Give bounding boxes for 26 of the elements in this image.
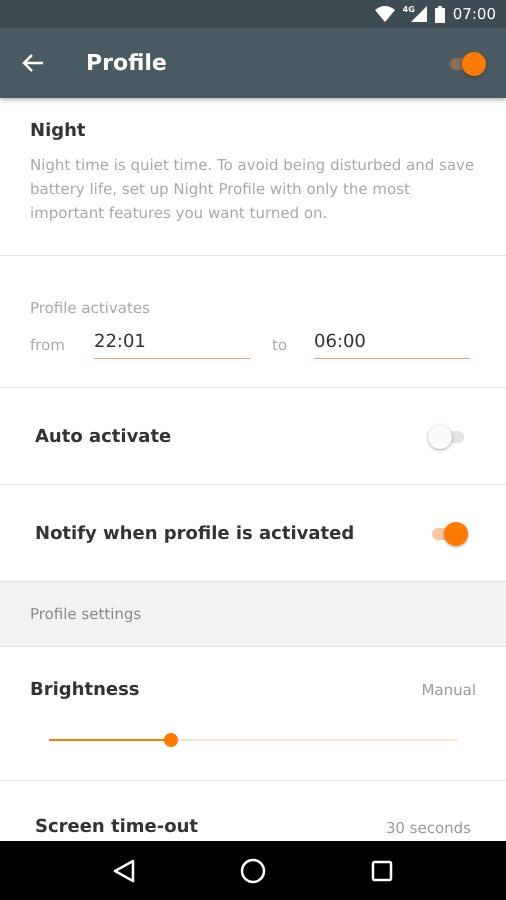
wifi-icon [374,6,395,22]
activation-label: Profile activates [30,299,150,317]
clock: 07:00 [452,5,496,23]
battery-icon [434,6,445,22]
from-label: from [30,336,66,354]
toggle-switch[interactable] [430,425,466,447]
setting-label: Auto activate [35,426,172,446]
to-label: to [272,336,288,354]
from-time-field[interactable]: 22:01 [94,331,250,359]
profile-name: Night [30,120,87,141]
network-label: 4G [402,5,415,14]
setting-label: Screen time-out [35,816,198,837]
setting-label: Brightness [30,679,140,700]
back-arrow-icon[interactable] [22,53,44,73]
profile-switch[interactable] [448,52,484,74]
section-header: Profile settings [0,582,506,647]
back-icon[interactable] [112,858,135,882]
toggle-switch[interactable] [430,522,466,544]
to-time-field[interactable]: 06:00 [314,331,470,359]
profile-description: Night time is quiet time. To avoid being disturbed and save battery life, set up Night Profile with only the most important features you want turned on. [30,155,476,224]
setting-value: 30 seconds [386,819,471,837]
screen-title: Profile [86,50,168,76]
recents-icon[interactable] [371,860,394,882]
setting-label: Notify when profile is activated [35,522,354,544]
setting-value: Manual [421,680,476,698]
home-icon[interactable] [240,858,266,884]
